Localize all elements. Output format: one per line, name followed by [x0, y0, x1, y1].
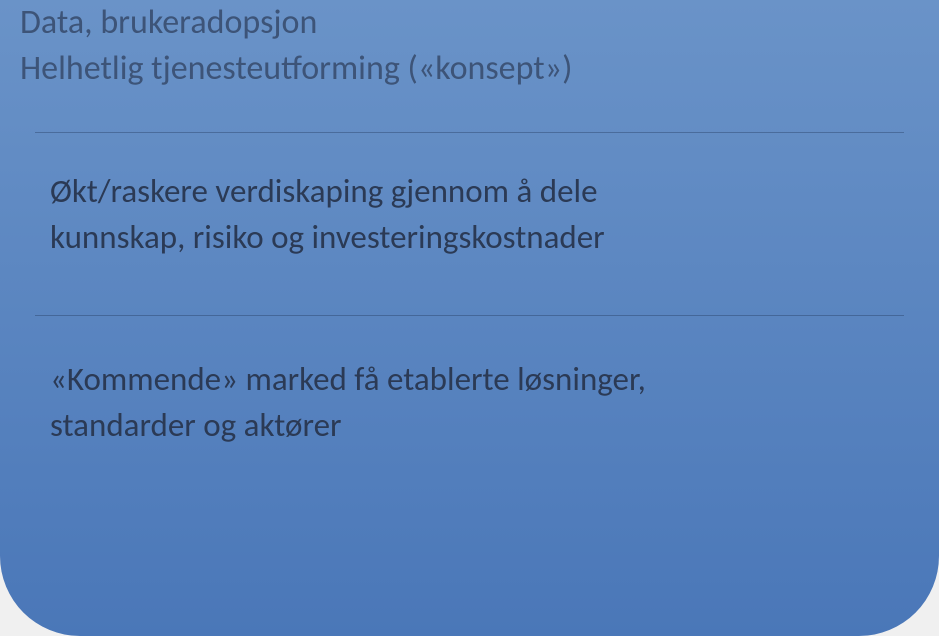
section-bottom: «Kommende» marked få etablerte løsninger… — [0, 316, 939, 498]
middle-text-line-2: kunnskap, risiko og investeringskostnade… — [50, 214, 889, 260]
section-middle: Økt/raskere verdiskaping gjennom å dele … — [0, 133, 939, 315]
section-top: Data, brukeradopsjon Helhetlig tjenesteu… — [0, 0, 939, 132]
middle-text-line-1: Økt/raskere verdiskaping gjennom å dele — [50, 168, 889, 214]
bottom-text-line-2: standarder og aktører — [50, 402, 889, 448]
top-text-line-1: Data, brukeradopsjon — [20, 0, 889, 46]
bottom-text-line-1: «Kommende» marked få etablerte løsninger… — [50, 356, 889, 402]
slide-container: Data, brukeradopsjon Helhetlig tjenesteu… — [0, 0, 939, 636]
top-text-line-2: Helhetlig tjenesteutforming («konsept») — [20, 46, 889, 92]
